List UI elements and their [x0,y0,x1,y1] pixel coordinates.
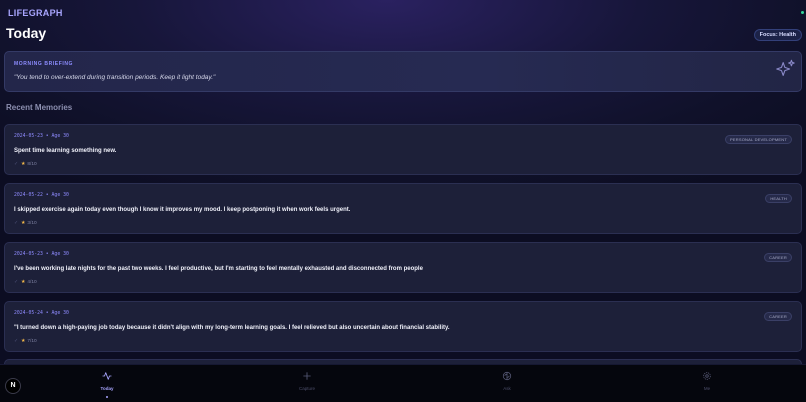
memory-tag[interactable]: HEALTH [765,194,792,203]
settings-icon [703,372,711,380]
status-indicator [801,11,804,14]
morning-briefing-card: MORNING BRIEFING "You tend to over-exten… [4,51,802,92]
profile-button[interactable]: N [5,378,21,394]
nav-item-today[interactable]: Today [72,365,142,402]
memory-meta: ✓ ★ 8/10 [14,162,37,167]
memory-rating: 3/10 [27,221,37,226]
nav-item-capture[interactable]: Capture [272,365,342,402]
nav-label: Ask [503,386,511,391]
star-icon: ★ [21,280,26,285]
focus-badge[interactable]: Focus: Health [753,29,802,41]
memory-text: Spent time learning something new. [14,148,117,154]
nav-label: Capture [298,386,315,391]
brain-icon [502,371,512,381]
check-icon: ✓ [14,280,19,285]
briefing-quote: "You tend to over-extend during transiti… [14,74,216,81]
memory-meta: ✓ ★ 4/10 [14,280,37,285]
top-bar: LIFEGRAPH [0,0,806,24]
page-title: Today [6,25,47,41]
memory-date: 2024-05-23 • Age 30 [14,252,69,257]
nav-label: Today [100,386,114,391]
plus-icon [303,372,311,380]
memory-text: I've been working late nights for the pa… [14,266,423,272]
memory-card[interactable]: 2024-05-23 • Age 30 I've been working la… [4,242,802,293]
check-icon: ✓ [14,221,19,226]
memory-rating: 7/10 [27,339,37,344]
memory-meta: ✓ ★ 7/10 [14,339,37,344]
memory-meta: ✓ ★ 3/10 [14,221,37,226]
active-indicator [106,396,108,398]
memory-date: 2024-05-22 • Age 30 [14,193,69,198]
memory-card[interactable]: 2024-05-23 • Age 30 Spent time learning … [4,124,802,175]
sparkle-icon [776,59,795,76]
app-logo: LIFEGRAPH [8,8,63,18]
memory-text: I skipped exercise again today even thou… [14,207,351,213]
memory-rating: 8/10 [27,162,37,167]
bottom-nav: Today Capture Ask Me [0,364,806,402]
star-icon: ★ [21,339,26,344]
nav-label: Me [703,386,711,391]
nav-item-ask[interactable]: Ask [472,365,542,402]
memory-tag[interactable]: CAREER [764,312,792,321]
check-icon: ✓ [14,339,19,344]
section-title-recent-memories: Recent Memories [6,103,73,112]
memory-rating: 4/10 [27,280,37,285]
star-icon: ★ [21,221,26,226]
memory-date: 2024-05-24 • Age 30 [14,311,69,316]
memory-text: "I turned down a high-paying job today b… [14,325,450,331]
check-icon: ✓ [14,162,19,167]
memory-card[interactable]: 2024-05-24 • Age 30 "I turned down a hig… [4,301,802,352]
memory-card[interactable]: 2024-05-22 • Age 30 I skipped exercise a… [4,183,802,234]
star-icon: ★ [21,162,26,167]
memory-date: 2024-05-23 • Age 30 [14,134,69,139]
activity-icon [102,372,112,380]
briefing-label: MORNING BRIEFING [14,61,74,67]
memory-tag[interactable]: CAREER [764,253,792,262]
nav-item-me[interactable]: Me [672,365,742,402]
memory-tag[interactable]: PERSONAL DEVELOPMENT [725,135,792,144]
